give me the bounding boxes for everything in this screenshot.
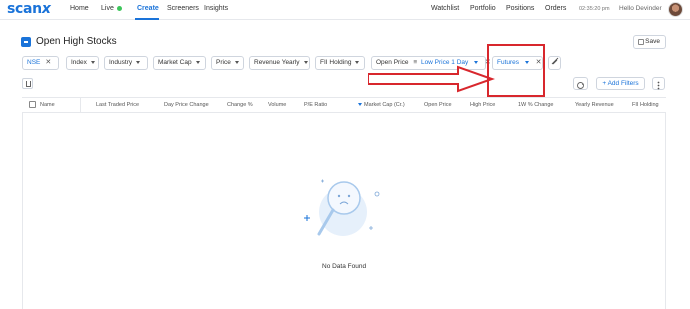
chevron-down-icon bbox=[303, 60, 308, 64]
live-status-dot-icon bbox=[116, 5, 122, 11]
chevron-down-icon bbox=[90, 60, 95, 64]
column-header-volume[interactable]: Volume bbox=[268, 102, 286, 108]
column-header-fii-holding[interactable]: FII Holding bbox=[632, 102, 659, 108]
nav-create[interactable]: Create bbox=[137, 5, 159, 12]
nav-live[interactable]: Live bbox=[101, 5, 122, 12]
broom-icon bbox=[551, 57, 559, 65]
filter-chip-exchange[interactable]: NSE ✕ bbox=[22, 56, 59, 70]
filter-chip-market-cap[interactable]: Market Cap bbox=[153, 56, 206, 70]
screen-icon bbox=[21, 37, 31, 47]
more-options-button[interactable] bbox=[652, 77, 665, 90]
clock-time: 02:35:20 pm bbox=[579, 6, 610, 12]
nav-portfolio[interactable]: Portfolio bbox=[470, 5, 496, 12]
nav-screeners[interactable]: Screeners bbox=[167, 5, 199, 12]
add-filters-button[interactable]: + Add Filters bbox=[596, 77, 645, 90]
more-vertical-icon bbox=[657, 81, 660, 90]
filter-chip-revenue-yearly[interactable]: Revenue Yearly bbox=[249, 56, 310, 70]
active-tab-underline bbox=[135, 18, 159, 20]
filter-chip-fii-holding[interactable]: FII Holding bbox=[315, 56, 365, 70]
clear-filters-button[interactable] bbox=[548, 56, 561, 70]
column-header-change-percent[interactable]: Change % bbox=[227, 102, 253, 108]
column-header-day-price-change[interactable]: Day Price Change bbox=[164, 102, 209, 108]
annotation-highlight-box bbox=[487, 44, 545, 97]
column-header-name[interactable]: Name bbox=[40, 102, 55, 108]
save-button[interactable]: Save bbox=[633, 35, 666, 49]
nav-insights[interactable]: Insights bbox=[204, 5, 228, 12]
close-icon[interactable]: ✕ bbox=[45, 57, 51, 69]
page-title: Open High Stocks bbox=[36, 36, 117, 47]
scanx-logo[interactable]: scanx bbox=[7, 1, 51, 17]
column-header-high-price[interactable]: High Price bbox=[470, 102, 495, 108]
filter-chip-index[interactable]: Index bbox=[66, 56, 99, 70]
filter-chip-price[interactable]: Price bbox=[211, 56, 244, 70]
select-all-checkbox[interactable] bbox=[29, 101, 36, 108]
top-navigation: scanx Home Live Create Screeners Insight… bbox=[0, 0, 690, 20]
empty-state-magnifier-icon bbox=[304, 179, 380, 236]
column-header-1w-change[interactable]: 1W % Change bbox=[518, 102, 553, 108]
column-header-market-cap[interactable]: Market Cap (Cr.) bbox=[358, 102, 405, 108]
chevron-down-icon bbox=[195, 60, 200, 64]
nav-orders[interactable]: Orders bbox=[545, 5, 566, 12]
refresh-button[interactable] bbox=[573, 77, 588, 90]
column-header-open-price[interactable]: Open Price bbox=[424, 102, 452, 108]
user-greeting: Hello Devinder bbox=[619, 5, 662, 12]
empty-state-message: No Data Found bbox=[322, 263, 367, 270]
delete-button[interactable] bbox=[22, 78, 33, 89]
chevron-down-icon bbox=[355, 60, 360, 64]
chevron-down-icon bbox=[234, 60, 239, 64]
column-header-yearly-revenue[interactable]: Yearly Revenue bbox=[575, 102, 614, 108]
save-icon bbox=[638, 39, 644, 45]
sort-desc-icon bbox=[358, 103, 362, 107]
refresh-icon bbox=[577, 82, 584, 89]
table-header: Name Last Traded Price Day Price Change … bbox=[22, 97, 666, 113]
column-divider bbox=[80, 98, 81, 112]
column-header-pe-ratio[interactable]: P/E Ratio bbox=[304, 102, 327, 108]
filter-chip-industry[interactable]: Industry bbox=[104, 56, 148, 70]
nav-positions[interactable]: Positions bbox=[506, 5, 534, 12]
user-avatar[interactable] bbox=[668, 2, 683, 17]
chevron-down-icon bbox=[136, 60, 141, 64]
column-header-ltp[interactable]: Last Traded Price bbox=[96, 102, 139, 108]
nav-home[interactable]: Home bbox=[70, 5, 89, 12]
nav-watchlist[interactable]: Watchlist bbox=[431, 5, 459, 12]
